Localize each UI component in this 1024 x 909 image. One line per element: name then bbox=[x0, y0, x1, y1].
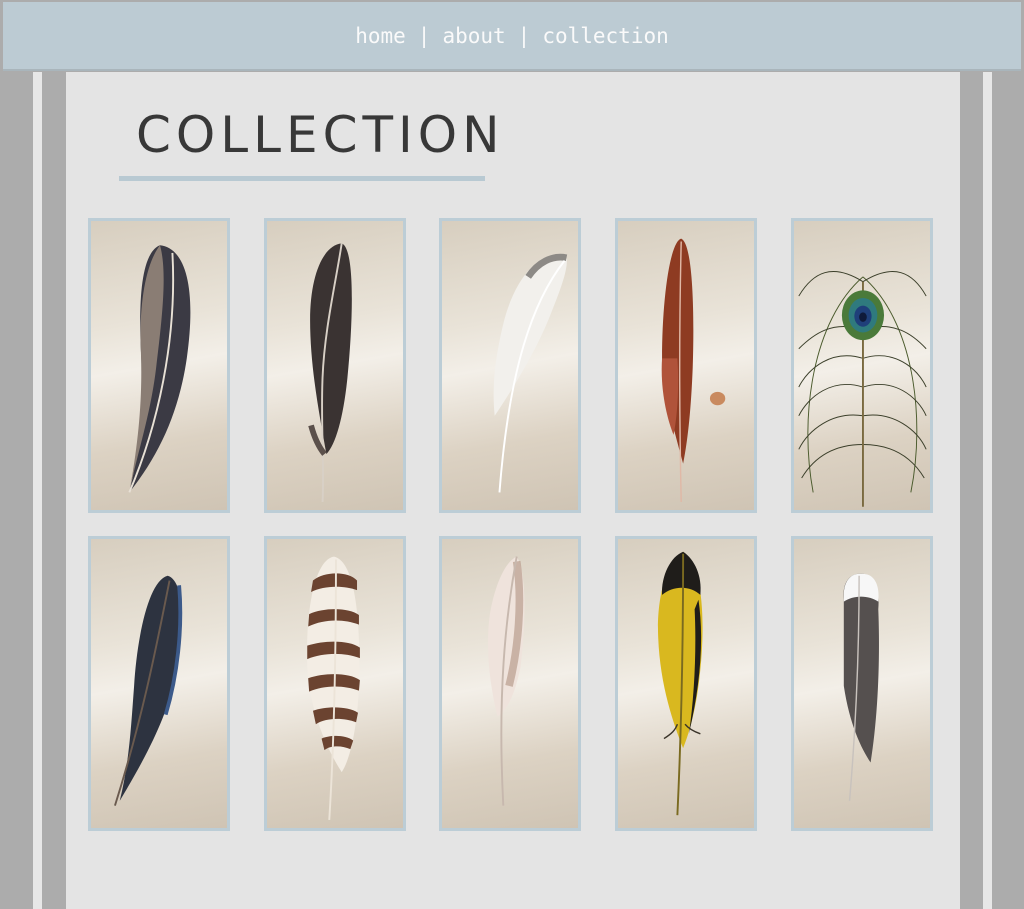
page-title: COLLECTION bbox=[136, 106, 505, 164]
gallery-item[interactable] bbox=[791, 536, 933, 831]
iridescent-blue-black-feather-image bbox=[114, 575, 183, 806]
feather-gallery bbox=[88, 218, 938, 838]
barred-brown-feather-image bbox=[306, 556, 360, 821]
gray-white-tipped-feather-image bbox=[843, 573, 879, 801]
nav-separator: | bbox=[417, 23, 431, 48]
nav-link-home[interactable]: home bbox=[355, 24, 406, 48]
pale-pink-white-feather-image bbox=[487, 556, 525, 806]
right-decorative-stripe bbox=[983, 72, 992, 909]
rust-red-feather-image bbox=[661, 238, 726, 502]
gallery-item[interactable] bbox=[439, 536, 581, 831]
gallery-item[interactable] bbox=[439, 218, 581, 513]
gallery-item[interactable] bbox=[264, 218, 406, 513]
black-feather-image bbox=[308, 243, 352, 503]
nav-separator: | bbox=[517, 23, 531, 48]
white-gray-feather-image bbox=[493, 253, 568, 493]
gallery-item[interactable] bbox=[615, 536, 757, 831]
left-decorative-stripe bbox=[33, 72, 42, 909]
gallery-item[interactable] bbox=[791, 218, 933, 513]
dark-brown-feather-image bbox=[128, 245, 191, 493]
yellow-black-feather-image bbox=[657, 551, 703, 816]
nav-link-about[interactable]: about bbox=[442, 24, 505, 48]
peacock-feather-image bbox=[798, 271, 927, 507]
gallery-item[interactable] bbox=[88, 536, 230, 831]
gallery-item[interactable] bbox=[88, 218, 230, 513]
nav-link-collection[interactable]: collection bbox=[542, 24, 668, 48]
title-underline bbox=[119, 176, 485, 181]
top-nav-bar: home | about | collection bbox=[3, 2, 1021, 71]
gallery-item[interactable] bbox=[615, 218, 757, 513]
gallery-item[interactable] bbox=[264, 536, 406, 831]
main-content-panel: COLLECTION bbox=[66, 72, 960, 909]
